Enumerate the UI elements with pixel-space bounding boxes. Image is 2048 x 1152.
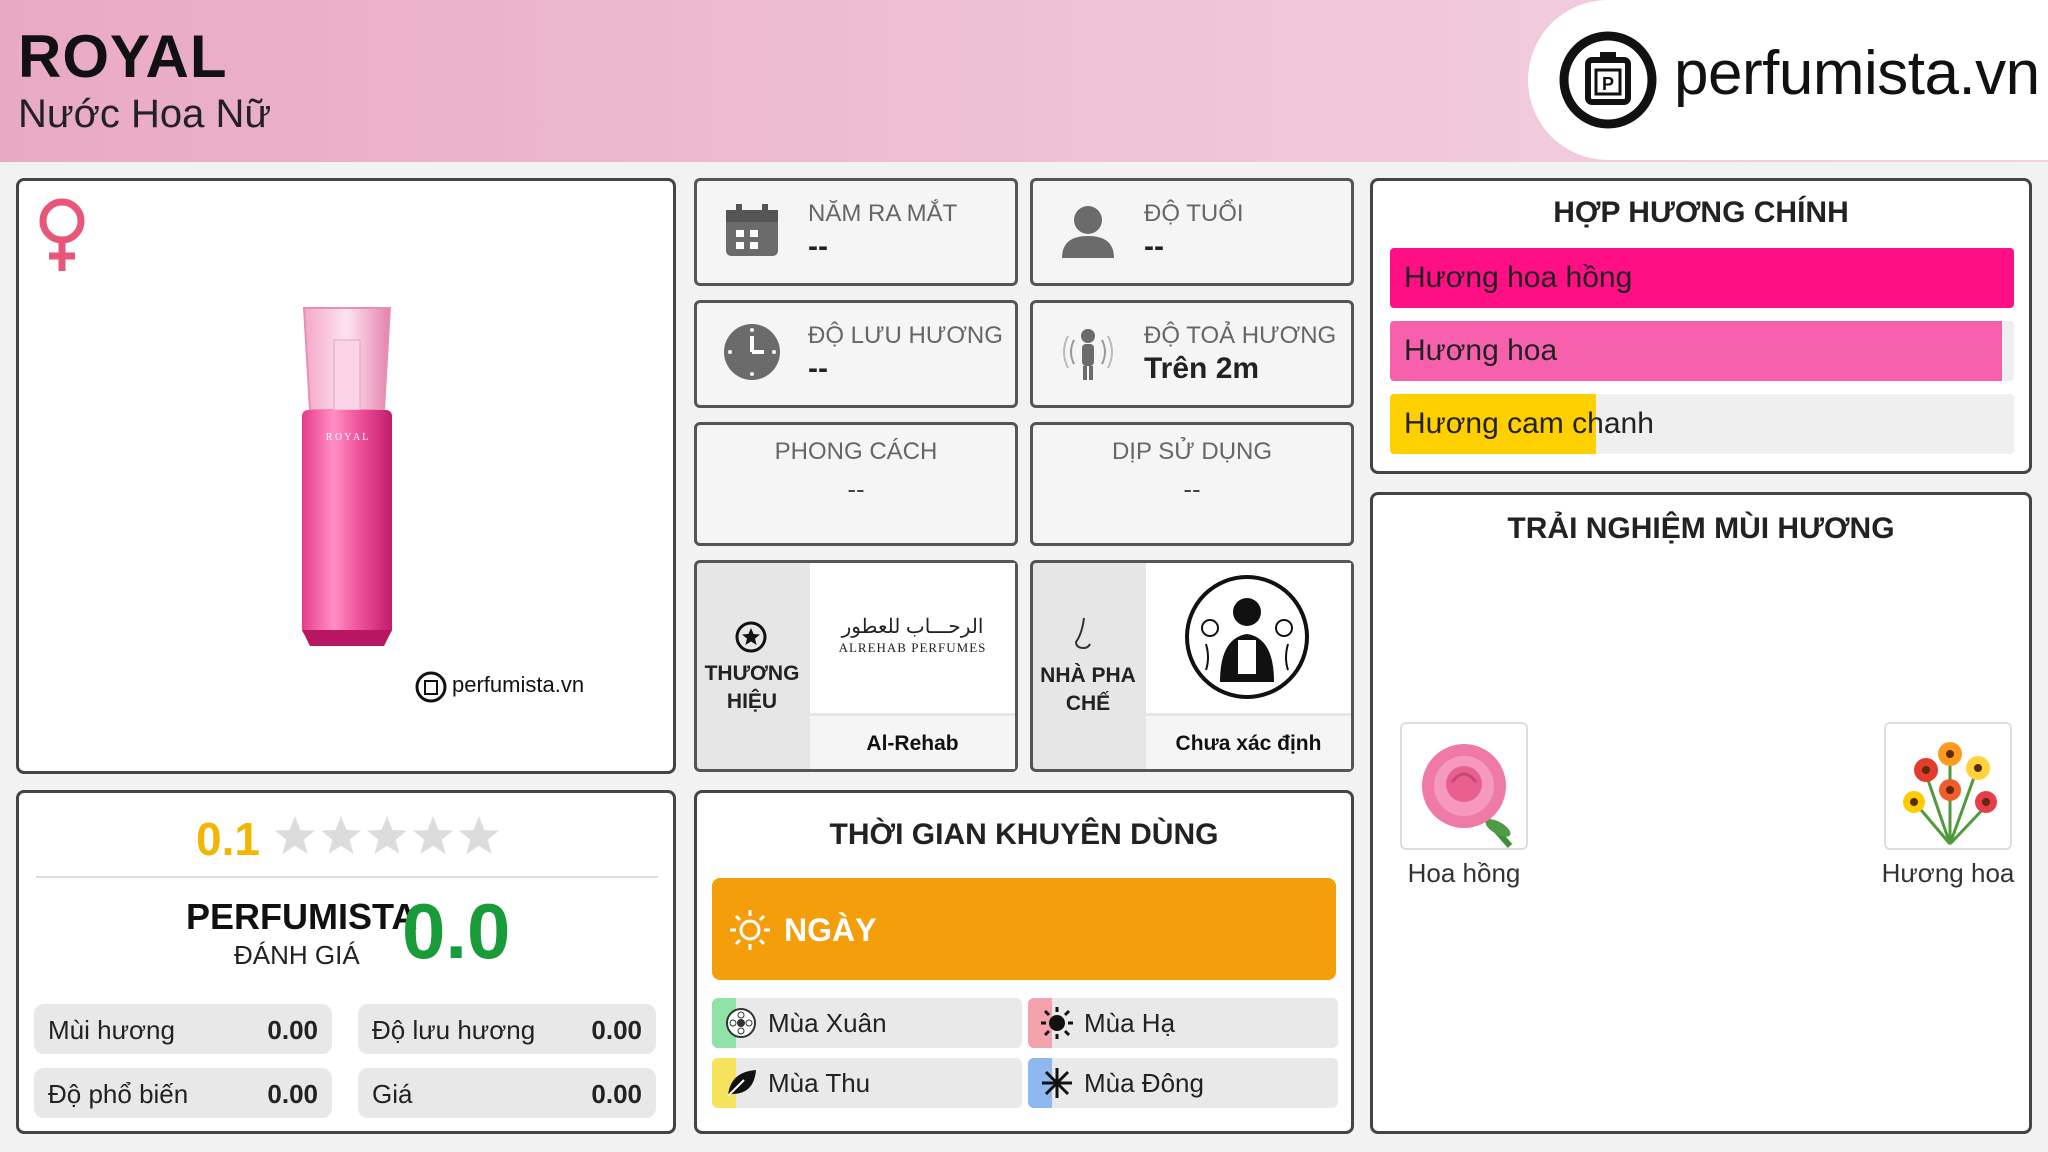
metric-popularity: Độ phổ biến 0.00	[34, 1068, 332, 1118]
style-label: PHONG CÁCH	[774, 438, 938, 465]
metric-value: 0.00	[591, 1015, 642, 1045]
metric-value: 0.00	[267, 1079, 318, 1109]
autumn-leaf-icon	[724, 1066, 758, 1100]
age-label: ĐỘ TUỔI	[1144, 200, 1244, 227]
star-icon	[459, 816, 499, 854]
metric-label: Độ phổ biến	[48, 1079, 189, 1109]
occasion-value: --	[1183, 474, 1201, 504]
season-label: Mùa Xuân	[768, 1008, 887, 1038]
accord-label: Hương cam chanh	[1404, 407, 1654, 440]
metric-label: Độ lưu hương	[372, 1015, 536, 1045]
occasion-label: DỊP SỬ DỤNG	[1111, 438, 1273, 465]
rose-thumbnail[interactable]	[1400, 722, 1528, 850]
logo-text[interactable]: perfumista.vn	[1674, 38, 2040, 109]
metric-value: 0.00	[591, 1079, 642, 1109]
watermark-logo-icon	[414, 670, 448, 704]
perfumer-avatar	[1184, 574, 1310, 700]
product-title: ROYAL	[18, 23, 228, 90]
main-accords-title: HỢP HƯƠNG CHÍNH	[1553, 196, 1849, 229]
perfumista-logo-icon[interactable]: P	[1558, 30, 1658, 130]
winter-snowflake-icon	[1040, 1066, 1074, 1100]
rating-score: 0.1	[196, 813, 260, 865]
launch-year-value: --	[808, 230, 828, 263]
longevity-label: ĐỘ LƯU HƯƠNG	[808, 322, 1003, 349]
season-summer: Mùa Hạ	[1028, 998, 1338, 1048]
age-value: --	[1144, 230, 1164, 263]
season-label: Mùa Thu	[768, 1068, 871, 1098]
longevity-value: --	[808, 352, 828, 385]
evaluation-label: ĐÁNH GIÁ	[234, 940, 360, 970]
day-label: NGÀY	[784, 912, 877, 948]
sillage-value: Trên 2m	[1144, 352, 1260, 385]
star-icon	[275, 816, 315, 854]
person-icon	[1058, 200, 1118, 260]
summer-sun-icon	[1040, 1006, 1074, 1040]
product-subtitle: Nước Hoa Nữ	[18, 92, 272, 136]
sillage-person-icon	[1058, 322, 1118, 382]
flowers-label: Hương hoa	[1881, 858, 2015, 888]
season-winter: Mùa Đông	[1028, 1058, 1338, 1108]
launch-year-label: NĂM RA MẮT	[808, 200, 958, 227]
female-icon	[34, 195, 90, 273]
perfumer-label: NHÀ PHA CHẾ	[1040, 664, 1136, 715]
usage-time-title: THỜI GIAN KHUYÊN DÙNG	[829, 818, 1219, 851]
style-value: --	[847, 474, 865, 504]
spring-flower-icon	[724, 1006, 758, 1040]
metric-price: Giá 0.00	[358, 1068, 656, 1118]
perfumista-label: PERFUMISTA	[186, 896, 418, 937]
clock-icon	[722, 322, 782, 382]
calendar-icon	[722, 200, 782, 260]
sun-icon	[728, 908, 772, 952]
star-rating	[272, 814, 502, 860]
brand-label: THƯƠNG HIỆU	[704, 662, 800, 713]
scent-experience-title: TRẢI NGHIỆM MÙI HƯƠNG	[1507, 512, 1895, 545]
accord-bar: Hương hoa hồng	[1390, 248, 2014, 308]
svg-text:R O Y A L: R O Y A L	[326, 432, 369, 443]
star-icon	[413, 816, 453, 854]
accord-bar: Hương hoa	[1390, 321, 2014, 381]
rating-divider	[36, 876, 658, 878]
sillage-label: ĐỘ TOẢ HƯƠNG	[1144, 322, 1337, 349]
accord-label: Hương hoa	[1404, 334, 1558, 367]
star-icon	[321, 816, 361, 854]
metric-value: 0.00	[267, 1015, 318, 1045]
perfumista-score: 0.0	[402, 887, 511, 975]
metric-label: Giá	[372, 1079, 413, 1109]
svg-text:P: P	[1602, 74, 1614, 94]
metric-label: Mùi hương	[48, 1015, 175, 1045]
rose-label: Hoa hồng	[1407, 858, 1521, 888]
brand-logo-arabic: الرحـــاب للعطور	[841, 616, 984, 638]
metric-longevity: Độ lưu hương 0.00	[358, 1004, 656, 1054]
brand-name[interactable]: Al-Rehab	[810, 732, 1015, 756]
flowers-thumbnail[interactable]	[1884, 722, 2012, 850]
accord-label: Hương hoa hồng	[1404, 261, 1633, 294]
watermark-text: perfumista.vn	[452, 672, 585, 697]
brand-logo-latin: ALREHAB PERFUMES	[838, 640, 987, 655]
season-label: Mùa Đông	[1084, 1068, 1204, 1098]
season-spring: Mùa Xuân	[712, 998, 1022, 1048]
season-label: Mùa Hạ	[1084, 1008, 1176, 1038]
perfume-bottle-image: R O Y A L	[292, 300, 402, 650]
metric-scent: Mùi hương 0.00	[34, 1004, 332, 1054]
accord-bar: Hương cam chanh	[1390, 394, 2014, 454]
nose-icon	[1070, 614, 1100, 654]
star-badge-icon	[734, 620, 768, 654]
star-icon	[367, 816, 407, 854]
perfumer-name[interactable]: Chưa xác định	[1146, 732, 1351, 756]
season-autumn: Mùa Thu	[712, 1058, 1022, 1108]
